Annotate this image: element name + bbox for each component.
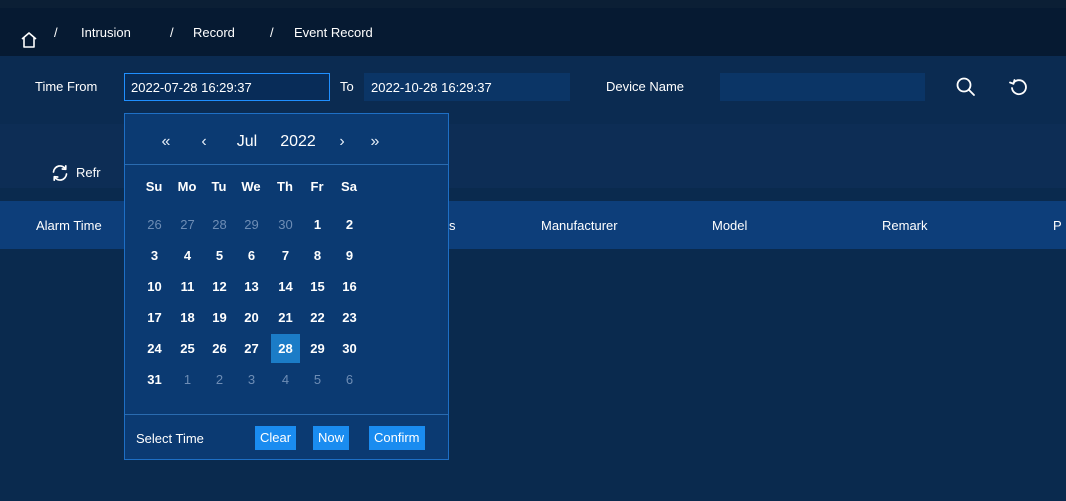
calendar-day[interactable]: 2 [335,210,364,239]
device-name-label: Device Name [606,79,685,94]
calendar-day[interactable]: 3 [140,241,169,270]
calendar-day[interactable]: 5 [205,241,234,270]
calendar-day[interactable]: 13 [237,272,266,301]
weekday-label: Mo [177,179,197,194]
date-picker-popup: « ‹ Jul 2022 › » Su Mo Tu We Th Fr Sa 26… [124,113,449,460]
calendar-day[interactable]: 3 [237,365,266,394]
month-label[interactable]: Jul [231,133,263,151]
breadcrumb-event-record: Event Record [294,25,373,40]
prev-month-button[interactable]: ‹ [197,133,211,151]
weekday-label: Sa [341,179,357,194]
calendar-day[interactable]: 11 [173,272,202,301]
divider [125,414,448,415]
divider [125,164,448,165]
select-time-label[interactable]: Select Time [136,431,204,447]
refresh-icon [52,164,68,182]
breadcrumb-separator: / [54,25,58,40]
time-from-label: Time From [35,79,98,94]
time-to-input[interactable] [364,73,570,101]
calendar-day[interactable]: 14 [271,272,300,301]
column-header-partial-right[interactable]: P [1053,218,1062,234]
breadcrumb-separator: / [170,25,174,40]
column-header-alarm-time[interactable]: Alarm Time [36,218,102,234]
column-header-model[interactable]: Model [712,218,747,234]
date-picker-header: « ‹ Jul 2022 › » [125,114,448,164]
calendar-day[interactable]: 16 [335,272,364,301]
search-icon[interactable] [954,75,978,99]
calendar-day[interactable]: 24 [140,334,169,363]
prev-year-button[interactable]: « [156,133,176,151]
calendar-day[interactable]: 7 [271,241,300,270]
calendar-day[interactable]: 20 [237,303,266,332]
calendar-day[interactable]: 5 [303,365,332,394]
calendar-day[interactable]: 22 [303,303,332,332]
refresh-label: Refr [76,165,101,180]
calendar-day[interactable]: 10 [140,272,169,301]
calendar-day[interactable]: 2 [205,365,234,394]
confirm-button[interactable]: Confirm [369,426,425,450]
refresh-button[interactable]: Refr [50,163,101,183]
calendar-day[interactable]: 25 [173,334,202,363]
calendar-day-selected[interactable]: 28 [271,334,300,363]
device-name-input[interactable] [720,73,925,101]
now-button[interactable]: Now [313,426,350,450]
calendar-day[interactable]: 1 [173,365,202,394]
top-strip [0,0,1066,8]
clear-button[interactable]: Clear [255,426,297,450]
calendar-day[interactable]: 18 [173,303,202,332]
column-header-partial[interactable]: s [449,218,456,234]
calendar-day[interactable]: 29 [303,334,332,363]
calendar-day[interactable]: 31 [140,365,169,394]
weekday-label: Tu [211,179,227,194]
next-year-button[interactable]: » [365,133,385,151]
weekday-label: Fr [310,179,324,194]
calendar-day[interactable]: 6 [335,365,364,394]
breadcrumb [0,8,1066,56]
calendar-day[interactable]: 27 [237,334,266,363]
year-label[interactable]: 2022 [276,133,320,151]
calendar-day[interactable]: 4 [173,241,202,270]
calendar-day[interactable]: 4 [271,365,300,394]
column-header-manufacturer[interactable]: Manufacturer [541,218,618,234]
calendar-day[interactable]: 23 [335,303,364,332]
time-to-label: To [340,79,354,94]
breadcrumb-record[interactable]: Record [193,24,235,42]
column-header-remark[interactable]: Remark [882,218,928,234]
calendar-day[interactable]: 30 [271,210,300,239]
weekday-label: Su [145,179,163,194]
calendar-day[interactable]: 28 [205,210,234,239]
next-month-button[interactable]: › [335,133,349,151]
breadcrumb-intrusion[interactable]: Intrusion [81,24,131,42]
calendar-day[interactable]: 30 [335,334,364,363]
calendar-day[interactable]: 6 [237,241,266,270]
weekday-label: We [241,179,261,194]
calendar-day[interactable]: 8 [303,241,332,270]
calendar-day[interactable]: 21 [271,303,300,332]
calendar-day[interactable]: 9 [335,241,364,270]
reset-icon[interactable] [1007,75,1031,99]
calendar-day[interactable]: 12 [205,272,234,301]
weekday-label: Th [277,179,293,194]
calendar-day[interactable]: 27 [173,210,202,239]
calendar-day[interactable]: 19 [205,303,234,332]
breadcrumb-separator: / [270,25,274,40]
calendar-day[interactable]: 26 [205,334,234,363]
calendar-day[interactable]: 29 [237,210,266,239]
time-from-input[interactable] [124,73,330,101]
calendar-day[interactable]: 15 [303,272,332,301]
calendar-day[interactable]: 17 [140,303,169,332]
home-icon[interactable] [20,31,38,49]
calendar-day[interactable]: 1 [303,210,332,239]
calendar-day[interactable]: 26 [140,210,169,239]
